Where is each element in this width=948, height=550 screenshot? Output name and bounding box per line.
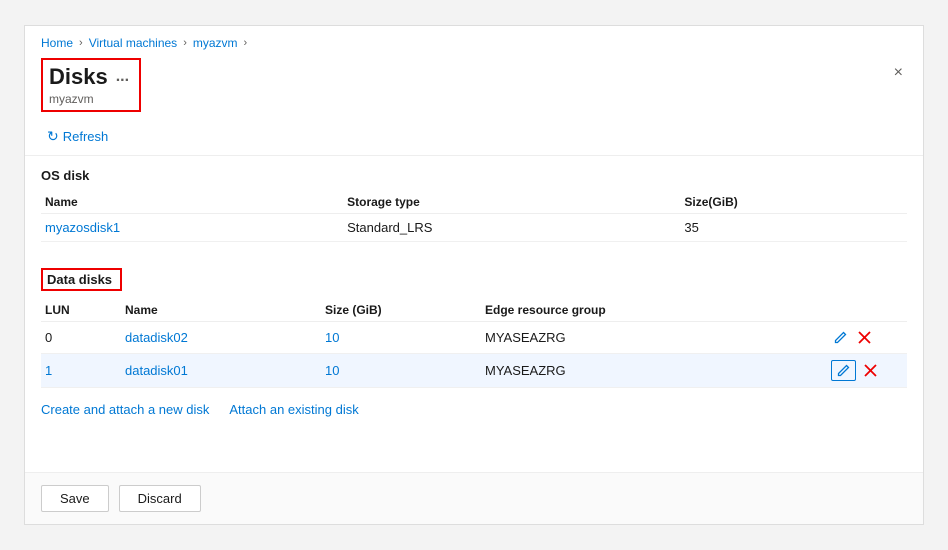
- ellipsis-menu[interactable]: ...: [116, 68, 129, 86]
- disk-0-rg: MYASEAZRG: [481, 322, 827, 354]
- refresh-label: Refresh: [63, 129, 109, 144]
- panel: Home › Virtual machines › myazvm › Disks…: [24, 25, 924, 525]
- data-disks-section: Data disks LUN Name Size (GiB) Edge reso…: [25, 256, 923, 392]
- disk-1-edit-button[interactable]: [831, 360, 856, 381]
- os-disk-header-row: Name Storage type Size(GiB): [41, 191, 907, 214]
- os-disk-title: OS disk: [41, 168, 907, 183]
- disk-0-action-icons: [831, 328, 899, 347]
- data-disks-table: LUN Name Size (GiB) Edge resource group …: [41, 299, 907, 388]
- disk-0-name[interactable]: datadisk02: [121, 322, 321, 354]
- os-disk-col-name: Name: [41, 191, 343, 214]
- os-disk-name[interactable]: myazosdisk1: [41, 214, 343, 242]
- os-disk-table: Name Storage type Size(GiB) myazosdisk1 …: [41, 191, 907, 242]
- breadcrumb-myazvm[interactable]: myazvm: [193, 36, 238, 50]
- data-disks-header-row: LUN Name Size (GiB) Edge resource group: [41, 299, 907, 322]
- disk-0-lun: 0: [41, 322, 121, 354]
- page-title: Disks ...: [49, 64, 129, 90]
- col-size: Size (GiB): [321, 299, 481, 322]
- create-attach-link[interactable]: Create and attach a new disk: [41, 402, 209, 417]
- disk-1-lun: 1: [41, 354, 121, 388]
- breadcrumb: Home › Virtual machines › myazvm ›: [25, 26, 923, 56]
- toolbar: ↻ Refresh: [25, 118, 923, 156]
- os-disk-col-storage: Storage type: [343, 191, 680, 214]
- breadcrumb-sep-1: ›: [79, 37, 83, 49]
- data-disk-row-1: 1 datadisk01 10 MYASEAZRG: [41, 354, 907, 388]
- disk-0-size: 10: [321, 322, 481, 354]
- disk-action-links: Create and attach a new disk Attach an e…: [25, 392, 923, 427]
- vm-name: myazvm: [49, 92, 129, 106]
- footer: Save Discard: [25, 472, 923, 524]
- breadcrumb-home[interactable]: Home: [41, 36, 73, 50]
- os-disk-storage-type: Standard_LRS: [343, 214, 680, 242]
- edit-icon-1: [836, 363, 851, 378]
- col-lun: LUN: [41, 299, 121, 322]
- disk-1-actions: [827, 354, 907, 388]
- disk-0-actions: [827, 322, 907, 354]
- disk-1-size: 10: [321, 354, 481, 388]
- header-row: Disks ... myazvm ×: [25, 56, 923, 118]
- disk-1-rg: MYASEAZRG: [481, 354, 827, 388]
- os-disk-section: OS disk Name Storage type Size(GiB) myaz…: [25, 156, 923, 246]
- os-disk-col-size: Size(GiB): [680, 191, 907, 214]
- delete-icon-1: [864, 364, 877, 377]
- os-disk-size: 35: [680, 214, 907, 242]
- save-button[interactable]: Save: [41, 485, 109, 512]
- refresh-icon: ↻: [47, 128, 59, 145]
- col-resource-group: Edge resource group: [481, 299, 827, 322]
- disk-1-action-icons: [831, 360, 899, 381]
- disk-0-delete-button[interactable]: [856, 329, 873, 346]
- close-button[interactable]: ×: [890, 60, 907, 86]
- edit-icon-0: [833, 330, 848, 345]
- data-disks-title: Data disks: [41, 268, 122, 291]
- os-disk-row: myazosdisk1 Standard_LRS 35: [41, 214, 907, 242]
- attach-existing-link[interactable]: Attach an existing disk: [229, 402, 358, 417]
- breadcrumb-sep-2: ›: [183, 37, 187, 49]
- col-name: Name: [121, 299, 321, 322]
- col-actions: [827, 299, 907, 322]
- disk-0-edit-button[interactable]: [831, 328, 850, 347]
- breadcrumb-sep-3: ›: [244, 37, 248, 49]
- discard-button[interactable]: Discard: [119, 485, 201, 512]
- data-disk-row-0: 0 datadisk02 10 MYASEAZRG: [41, 322, 907, 354]
- breadcrumb-virtual-machines[interactable]: Virtual machines: [89, 36, 178, 50]
- title-box: Disks ... myazvm: [41, 58, 141, 112]
- delete-icon-0: [858, 331, 871, 344]
- disk-1-name[interactable]: datadisk01: [121, 354, 321, 388]
- refresh-button[interactable]: ↻ Refresh: [41, 124, 114, 149]
- disk-1-delete-button[interactable]: [862, 362, 879, 379]
